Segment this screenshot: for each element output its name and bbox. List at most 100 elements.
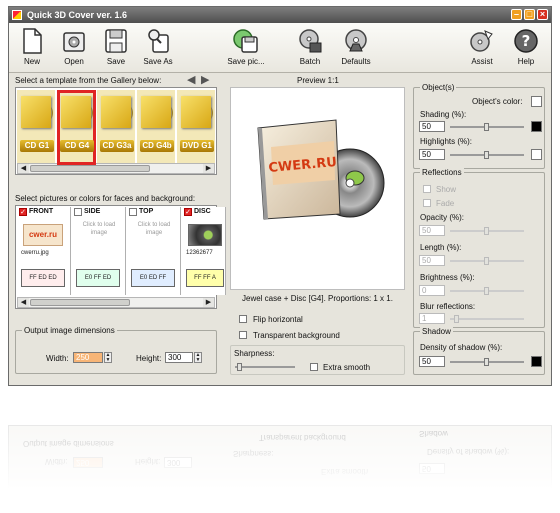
length-input[interactable]: 50 bbox=[419, 255, 445, 266]
length-slider[interactable] bbox=[450, 257, 524, 265]
face-checkbox[interactable] bbox=[74, 208, 82, 216]
save-button[interactable]: Save bbox=[95, 27, 137, 71]
shadow-group: Shadow Density of shadow (%): 50 bbox=[413, 327, 545, 375]
brightness-slider[interactable] bbox=[450, 287, 524, 295]
cover-icon bbox=[61, 96, 91, 128]
flip-horizontal-checkbox[interactable] bbox=[239, 315, 247, 323]
scroll-left-icon[interactable]: ◀ bbox=[18, 164, 29, 173]
template-item[interactable]: CD G1 bbox=[17, 90, 56, 165]
open-button[interactable]: Open bbox=[53, 27, 95, 71]
template-gallery: CD G1 CD G4 CD G3a CD G4b DVD G1 ◀ ▶ bbox=[15, 87, 217, 175]
face-color[interactable]: E0 FF ED bbox=[76, 269, 120, 287]
sharpness-slider[interactable] bbox=[235, 363, 295, 371]
face-checkbox[interactable]: ✓ bbox=[19, 208, 27, 216]
defaults-label: Defaults bbox=[341, 57, 371, 66]
faces-scroll-left-icon[interactable]: ◀ bbox=[18, 298, 29, 307]
height-input[interactable]: 300 bbox=[165, 352, 193, 363]
batch-button[interactable]: Batch bbox=[289, 27, 331, 71]
fade-checkbox[interactable] bbox=[423, 199, 431, 207]
highlights-color-swatch[interactable] bbox=[531, 149, 542, 160]
face-side[interactable]: SIDE Click to load image E0 FF ED bbox=[72, 207, 126, 295]
shading-color-swatch[interactable] bbox=[531, 121, 542, 132]
face-color[interactable]: FF ED ED bbox=[21, 269, 65, 287]
output-dimensions-group: Output image dimensions Width: 250 ▲ ▼ He… bbox=[15, 326, 217, 374]
face-checkbox[interactable]: ✓ bbox=[184, 208, 192, 216]
face-top[interactable]: TOP Click to load image E0 ED FF bbox=[127, 207, 181, 295]
output-dimensions-title: Output image dimensions bbox=[22, 326, 117, 335]
opacity-slider[interactable] bbox=[450, 227, 524, 235]
template-item[interactable]: CD G4 bbox=[57, 90, 96, 165]
face-color[interactable]: FF FF A bbox=[186, 269, 224, 287]
face-checkbox[interactable] bbox=[129, 208, 137, 216]
opacity-label: Opacity (%): bbox=[420, 213, 465, 222]
defaults-button[interactable]: Defaults bbox=[335, 27, 377, 71]
faces-panel: ✓ FRONT cwer.ru cwerru.jpg FF ED ED SIDE Click… bbox=[15, 205, 226, 309]
sharpness-group: Sharpness: Extra smooth bbox=[230, 345, 405, 375]
fade-label: Fade bbox=[436, 199, 455, 208]
gallery-prev-icon[interactable]: ◀ bbox=[187, 73, 195, 86]
disc-image[interactable] bbox=[188, 224, 222, 246]
blur-slider[interactable] bbox=[450, 315, 524, 323]
close-icon[interactable]: × bbox=[537, 9, 548, 20]
highlights-slider[interactable] bbox=[450, 151, 524, 159]
scroll-thumb[interactable] bbox=[30, 165, 150, 172]
shading-label: Shading (%): bbox=[420, 110, 467, 119]
shadow-density-input[interactable]: 50 bbox=[419, 356, 445, 367]
shadow-density-slider[interactable] bbox=[450, 358, 524, 366]
face-hint[interactable]: Click to load image bbox=[133, 221, 175, 237]
template-item[interactable]: DVD G1 bbox=[177, 90, 216, 165]
shadow-density-label: Density of shadow (%): bbox=[420, 343, 503, 352]
shading-slider[interactable] bbox=[450, 123, 524, 131]
save-pic-button[interactable]: Save pic... bbox=[221, 27, 271, 71]
save-as-button[interactable]: Save As bbox=[137, 27, 179, 71]
faces-scrollbar[interactable]: ◀ ▶ bbox=[17, 297, 215, 308]
gallery-scrollbar[interactable]: ◀ ▶ bbox=[17, 163, 215, 174]
new-button[interactable]: New bbox=[11, 27, 53, 71]
save-pic-label: Save pic... bbox=[227, 57, 265, 66]
template-item[interactable]: CD G4b bbox=[137, 90, 176, 165]
minimize-icon[interactable]: – bbox=[511, 9, 522, 20]
shading-input[interactable]: 50 bbox=[419, 121, 445, 132]
face-front[interactable]: ✓ FRONT cwer.ru cwerru.jpg FF ED ED bbox=[17, 207, 71, 295]
sharpness-label: Sharpness: bbox=[234, 349, 275, 358]
title-bar[interactable]: Quick 3D Cover ver. 1.6 – □ × bbox=[9, 7, 551, 23]
face-color[interactable]: E0 ED FF bbox=[131, 269, 175, 287]
scroll-right-icon[interactable]: ▶ bbox=[203, 164, 214, 173]
help-label: Help bbox=[517, 57, 535, 66]
transparent-bg-label: Transparent background bbox=[253, 331, 340, 340]
template-item[interactable]: CD G3a bbox=[97, 90, 136, 165]
extra-smooth-checkbox[interactable] bbox=[310, 363, 318, 371]
blur-input[interactable]: 1 bbox=[419, 313, 445, 324]
help-button[interactable]: ? Help bbox=[505, 27, 547, 71]
show-reflection-checkbox[interactable] bbox=[423, 185, 431, 193]
cover-icon bbox=[141, 96, 171, 128]
width-input[interactable]: 250 bbox=[73, 352, 103, 363]
svg-text:?: ? bbox=[522, 32, 531, 50]
face-hint[interactable]: Click to load image bbox=[78, 221, 120, 237]
gallery-label: Select a template from the Gallery below… bbox=[15, 76, 162, 85]
face-name: DISC bbox=[194, 208, 211, 215]
face-image[interactable]: cwer.ru bbox=[23, 224, 63, 246]
app-window: Quick 3D Cover ver. 1.6 – □ × New Open S… bbox=[8, 6, 552, 386]
width-spinner[interactable]: ▲ ▼ bbox=[104, 352, 112, 363]
opacity-input[interactable]: 50 bbox=[419, 225, 445, 236]
object-color-label: Object's color: bbox=[472, 97, 523, 106]
preview-label: Preview 1:1 bbox=[297, 76, 339, 85]
faces-scroll-right-icon[interactable]: ▶ bbox=[203, 298, 214, 307]
maximize-icon[interactable]: □ bbox=[524, 9, 535, 20]
extra-smooth-label: Extra smooth bbox=[323, 363, 371, 372]
shadow-color-swatch[interactable] bbox=[531, 356, 542, 367]
face-disc[interactable]: ✓ DISC 12362677 FF FF A bbox=[182, 207, 226, 295]
face-filename: cwerru.jpg bbox=[21, 250, 49, 256]
object-color-swatch[interactable] bbox=[531, 96, 542, 107]
defaults-icon bbox=[345, 29, 367, 52]
transparent-bg-checkbox[interactable] bbox=[239, 331, 247, 339]
highlights-input[interactable]: 50 bbox=[419, 149, 445, 160]
brightness-input[interactable]: 0 bbox=[419, 285, 445, 296]
gallery-next-icon[interactable]: ▶ bbox=[201, 73, 209, 86]
faces-scroll-thumb[interactable] bbox=[30, 299, 130, 306]
reflections-group: Reflections Show Fade Opacity (%): 50 Le… bbox=[413, 168, 545, 328]
new-label: New bbox=[23, 57, 40, 66]
assist-button[interactable]: Assist bbox=[461, 27, 503, 71]
height-spinner[interactable]: ▲ ▼ bbox=[194, 352, 202, 363]
